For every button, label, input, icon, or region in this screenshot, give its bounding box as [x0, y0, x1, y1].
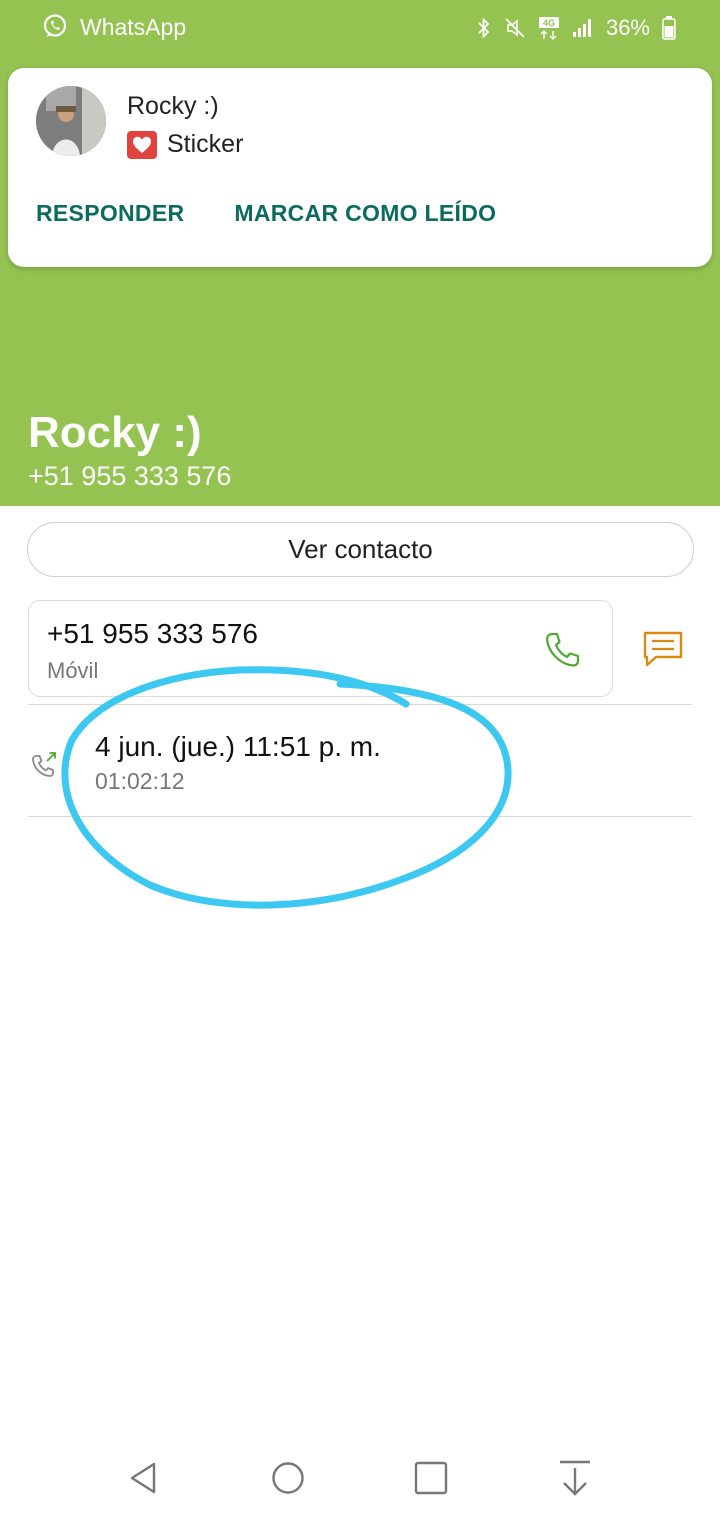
notification-message: Sticker	[127, 130, 243, 159]
notification-message-text: Sticker	[167, 130, 244, 158]
view-contact-button[interactable]: Ver contacto	[27, 522, 694, 577]
battery-icon	[662, 16, 676, 40]
call-log-date: 4 jun. (jue.) 11:51 p. m.	[95, 731, 381, 762]
back-icon[interactable]	[124, 1458, 164, 1498]
navigation-bar	[0, 1430, 720, 1520]
status-icons: 4G 36%	[476, 13, 676, 43]
phone-entry-type: Móvil	[47, 658, 99, 683]
phone-entry-card[interactable]: +51 955 333 576 Móvil	[28, 600, 613, 697]
notification-app-name: WhatsApp	[80, 14, 187, 40]
svg-text:4G: 4G	[543, 18, 555, 28]
notifications-down-icon[interactable]	[555, 1458, 595, 1498]
recents-icon[interactable]	[411, 1458, 451, 1498]
signal-icon	[572, 19, 591, 37]
contact-phone: +51 955 333 576	[28, 461, 232, 491]
battery-percentage: 36%	[605, 15, 650, 40]
divider	[28, 816, 692, 817]
home-icon[interactable]	[268, 1458, 308, 1498]
divider	[28, 704, 692, 705]
notification-title: Rocky :)	[127, 92, 219, 120]
message-icon[interactable]	[642, 630, 684, 668]
bluetooth-icon	[478, 17, 490, 39]
phone-entry-number: +51 955 333 576	[47, 618, 258, 649]
status-bar: WhatsApp 4G 36%	[0, 0, 720, 56]
mark-as-read-button[interactable]: MARCAR COMO LEÍDO	[234, 200, 496, 227]
outgoing-call-icon	[32, 752, 56, 777]
notification-actions: RESPONDER MARCAR COMO LEÍDO	[36, 200, 496, 227]
call-log-duration: 01:02:12	[95, 768, 185, 794]
heart-icon	[127, 130, 157, 159]
notification-card[interactable]: Rocky :) Sticker RESPONDER MARCAR COMO L…	[8, 68, 712, 267]
contact-name: Rocky :)	[28, 408, 202, 457]
4g-icon: 4G	[538, 17, 559, 40]
mute-icon	[505, 18, 525, 38]
whatsapp-icon	[43, 14, 67, 37]
avatar	[36, 86, 106, 156]
call-icon[interactable]	[544, 631, 580, 669]
reply-button[interactable]: RESPONDER	[36, 200, 184, 227]
